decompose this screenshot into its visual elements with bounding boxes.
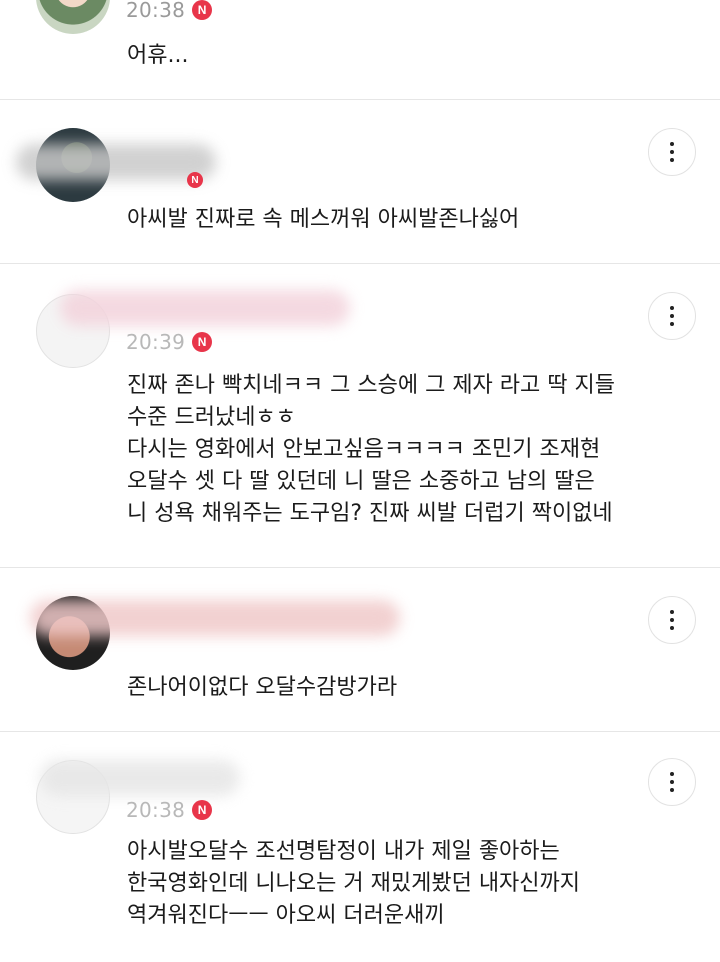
comment-item: 존나어이없다 오달수감방가라 bbox=[0, 568, 720, 732]
comment-text: 진짜 존나 빡치네ㅋㅋ 그 스승에 그 제자 라고 딱 지들 수준 드러났네ㅎㅎ… bbox=[127, 373, 615, 526]
more-options-button[interactable] bbox=[648, 292, 696, 340]
new-badge: N bbox=[187, 172, 203, 188]
more-options-button[interactable] bbox=[648, 128, 696, 176]
more-vertical-icon bbox=[670, 610, 674, 630]
comment-item: 20:38 N 아시발오달수 조선명탐정이 내가 제일 좋아하는 한국영화인데 … bbox=[0, 732, 720, 962]
comment-item: ​ N 아씨발 진짜로 속 메스꺼워 아씨발존나싫어 bbox=[0, 100, 720, 264]
comment-text: 어휴... bbox=[127, 43, 189, 68]
more-options-button[interactable] bbox=[648, 758, 696, 806]
more-vertical-icon bbox=[670, 142, 674, 162]
more-vertical-icon bbox=[670, 772, 674, 792]
comment-text: 아씨발 진짜로 속 메스꺼워 아씨발존나싫어 bbox=[127, 207, 520, 232]
comment-item: 20:38 N 어휴... bbox=[0, 0, 720, 100]
more-vertical-icon bbox=[670, 306, 674, 326]
new-badge: N bbox=[192, 800, 213, 820]
comment-text: 아시발오달수 조선명탐정이 내가 제일 좋아하는 한국영화인데 니나오는 거 재… bbox=[127, 839, 581, 928]
comment-time: 20:38 bbox=[126, 0, 186, 22]
comment-text: 존나어이없다 오달수감방가라 bbox=[127, 675, 398, 700]
more-options-button[interactable] bbox=[648, 596, 696, 644]
new-badge: N bbox=[192, 332, 213, 352]
comment-time: 20:38 bbox=[126, 798, 186, 822]
new-badge: N bbox=[192, 0, 213, 20]
comment-item: 20:39 N 진짜 존나 빡치네ㅋㅋ 그 스승에 그 제자 라고 딱 지들 수… bbox=[0, 264, 720, 568]
username-redacted bbox=[30, 600, 400, 636]
avatar[interactable] bbox=[36, 0, 110, 34]
username-redacted bbox=[40, 760, 240, 796]
username-redacted bbox=[60, 290, 350, 326]
comment-time: 20:39 bbox=[126, 330, 186, 354]
